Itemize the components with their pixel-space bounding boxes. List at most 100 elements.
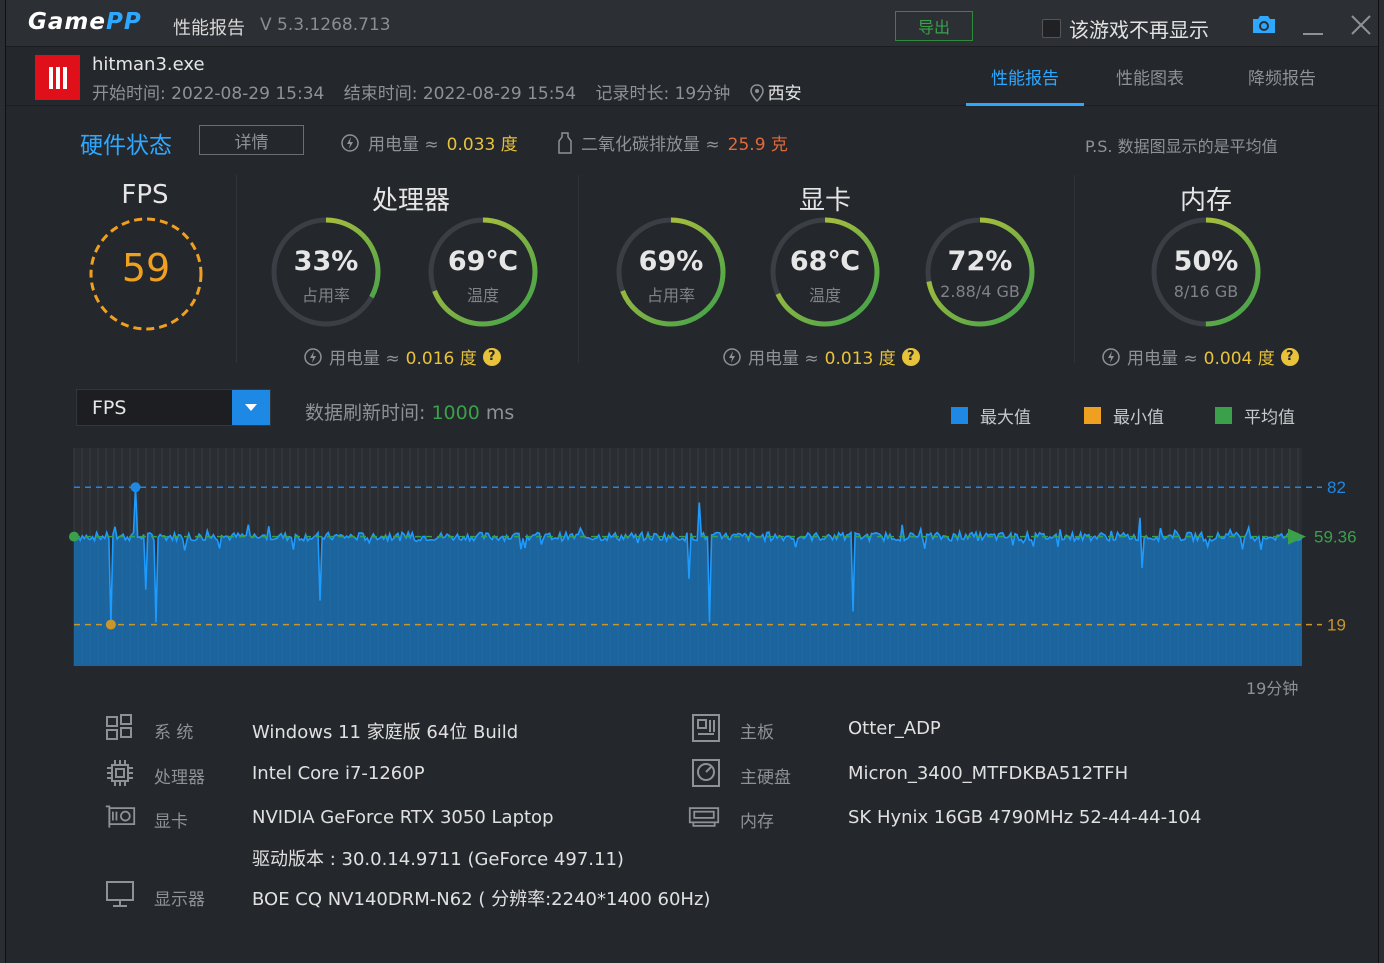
power-icon [1102, 347, 1120, 366]
game-info-bar: hitman3.exe 开始时间: 2022-08-29 15:34 结束时间:… [6, 48, 1378, 106]
metric-select-value: FPS [92, 397, 127, 419]
memory-usage-value: 50% [1173, 246, 1239, 277]
gpu-power-value: 0.013 度 [824, 349, 896, 369]
help-icon[interactable]: ? [482, 347, 501, 366]
cpu-info-label: 处理器 [154, 768, 205, 788]
gpu-info-value: NVIDIA GeForce RTX 3050 Laptop [252, 807, 554, 828]
help-icon[interactable]: ? [1280, 347, 1299, 366]
display-label: 显示器 [154, 890, 205, 910]
app-logo: GamePP [28, 9, 142, 35]
detail-button[interactable]: 详情 [199, 125, 304, 155]
duration: 记录时长: 19分钟 [595, 84, 731, 104]
memory-title: 内存 [1179, 186, 1232, 216]
memory-power-value: 0.004 度 [1203, 349, 1275, 369]
co2-bottle-icon [558, 131, 572, 154]
tab-throttle-report[interactable]: 降频报告 [1216, 48, 1348, 106]
end-time: 结束时间: 2022-08-29 15:54 [343, 84, 577, 104]
legend-swatch [1084, 407, 1101, 424]
legend-swatch [951, 407, 968, 424]
gpu-panel: 显卡 69% 占用率 68℃ 温度 72% 2.88/4 GB 用电量 ≈ 0.… [586, 176, 1056, 372]
start-time: 开始时间: 2022-08-29 15:34 [92, 84, 325, 104]
total-power-value: 0.033 度 [446, 135, 518, 155]
motherboard-icon [692, 714, 720, 742]
legend-max: 最大值 [951, 403, 1031, 428]
system-icon [106, 714, 132, 740]
ps-note: P.S. 数据图显示的是平均值 [1085, 137, 1278, 156]
system-label: 系 统 [154, 723, 194, 743]
gpu-vram-gauge: 72% 2.88/4 GB [924, 216, 1036, 328]
power-icon [304, 347, 322, 366]
memory-icon [688, 807, 720, 827]
hardware-status-title: 硬件状态 [80, 133, 172, 159]
cpu-usage-gauge: 33% 占用率 [270, 216, 382, 328]
metric-select[interactable]: FPS [76, 389, 271, 426]
dropdown-arrow[interactable] [232, 390, 270, 425]
ram-value: SK Hynix 16GB 4790MHz 52-44-44-104 [848, 807, 1202, 828]
divider [1074, 175, 1075, 363]
min-marker [105, 619, 116, 630]
gpu-driver-value: 驱动版本 : 30.0.14.9711 (GeForce 497.11) [252, 849, 624, 870]
disk-icon [692, 759, 720, 787]
tab-performance-report[interactable]: 性能报告 [966, 48, 1084, 106]
fps-value: 59 [121, 246, 171, 290]
gpu-temp-value: 68℃ [789, 246, 861, 277]
legend-min: 最小值 [1084, 403, 1164, 428]
legend-avg: 平均值 [1215, 403, 1295, 428]
chevron-down-icon [245, 403, 257, 411]
disk-label: 主硬盘 [740, 768, 791, 788]
memory-power: 用电量 ≈ 0.004 度 ? [1101, 344, 1299, 369]
gpu-usage-gauge: 69% 占用率 [615, 216, 727, 328]
memory-usage-gauge: 50% 8/16 GB [1150, 216, 1262, 328]
power-icon [723, 347, 741, 366]
camera-icon[interactable] [1251, 14, 1277, 34]
co2-emission: 二氧化碳排放量 ≈ 25.9 克 [557, 130, 788, 155]
co2-value: 25.9 克 [727, 135, 788, 155]
avg-marker [69, 531, 79, 542]
max-marker [130, 482, 141, 493]
memory-usage-label: 8/16 GB [1173, 282, 1239, 301]
help-icon[interactable]: ? [901, 347, 920, 366]
gpu-usage-label: 占用率 [646, 286, 695, 305]
gpu-icon [105, 805, 136, 828]
tab-performance-chart[interactable]: 性能图表 [1084, 48, 1216, 106]
refresh-interval: 数据刷新时间: 1000 ms [305, 402, 515, 424]
divider [578, 175, 579, 363]
system-value: Windows 11 家庭版 64位 Build [252, 722, 519, 743]
report-tabs: 性能报告 性能图表 降频报告 [966, 48, 1348, 106]
gpu-vram-value: 72% [947, 246, 1013, 277]
game-exe: hitman3.exe [92, 54, 205, 75]
max-label: 82 [1327, 478, 1346, 497]
cpu-panel: 处理器 33% 占用率 69℃ 温度 用电量 ≈ 0.016 度 ? [246, 176, 576, 372]
gpu-usage-value: 69% [638, 246, 704, 277]
cpu-usage-label: 占用率 [301, 286, 350, 305]
power-icon [341, 133, 359, 152]
cpu-power-value: 0.016 度 [405, 349, 477, 369]
disk-value: Micron_3400_MTFDKBA512TFH [848, 763, 1129, 784]
game-icon [35, 55, 80, 100]
gpu-title: 显卡 [798, 186, 851, 216]
cpu-icon [107, 760, 133, 786]
fps-gauge: 59 [88, 216, 204, 332]
fps-panel: FPS 59 [80, 176, 210, 372]
avg-label: 59.36 [1314, 528, 1357, 547]
memory-panel: 内存 50% 8/16 GB 用电量 ≈ 0.004 度 ? [1086, 176, 1326, 372]
gpu-power: 用电量 ≈ 0.013 度 ? [722, 344, 920, 369]
gpu-temp-label: 温度 [808, 286, 841, 305]
cpu-temp-value: 69℃ [447, 246, 519, 277]
export-button[interactable]: 导出 [895, 11, 973, 41]
location-pin-icon [749, 84, 764, 103]
close-icon[interactable] [1350, 14, 1372, 36]
gpu-temp-gauge: 68℃ 温度 [769, 216, 881, 328]
monitor-icon [106, 881, 134, 907]
cpu-temp-gauge: 69℃ 温度 [427, 216, 539, 328]
display-value: BOE CQ NV140DRM-N62 ( 分辨率:2240*1400 60Hz… [252, 889, 711, 910]
no-display-toggle[interactable]: 该游戏不再显示 [1042, 14, 1209, 43]
total-power: 用电量 ≈ 0.033 度 [340, 130, 518, 155]
window-title: 性能报告 [173, 18, 245, 39]
no-display-checkbox[interactable] [1042, 19, 1061, 38]
version-label: V 5.3.1268.713 [260, 15, 391, 35]
cpu-title: 处理器 [371, 186, 450, 216]
minimize-icon[interactable] [1302, 16, 1324, 36]
x-axis-end-label: 19分钟 [1246, 679, 1299, 698]
gpu-info-label: 显卡 [154, 812, 188, 832]
